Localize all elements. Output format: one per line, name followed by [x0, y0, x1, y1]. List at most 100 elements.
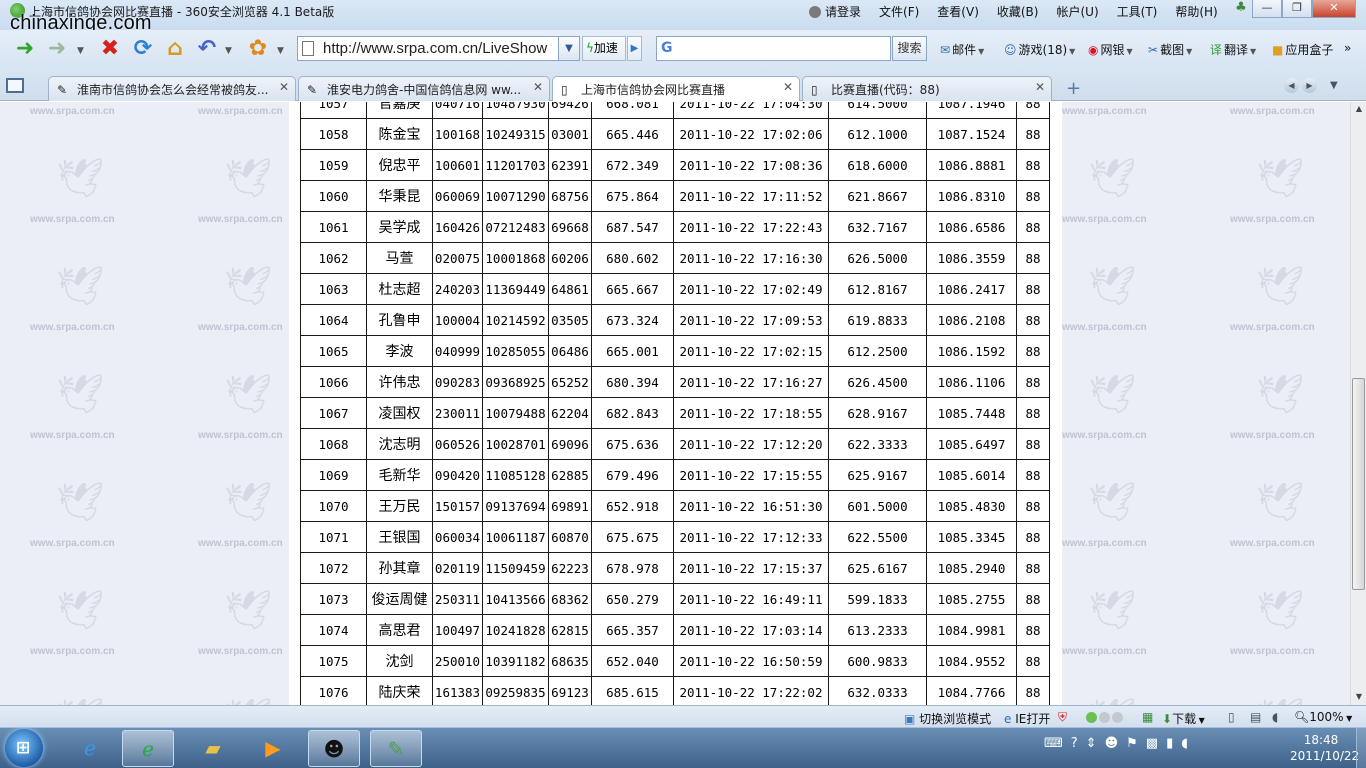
- ie-open-button[interactable]: e IE打开: [1004, 710, 1050, 727]
- cell-race-code: 88: [1016, 490, 1050, 522]
- security-tray-icon[interactable]: ▩: [1146, 736, 1158, 751]
- back-icon[interactable]: ➜: [12, 36, 38, 62]
- dove-icon: 🕊︎: [1256, 264, 1305, 308]
- qq-taskbar-icon[interactable]: ☻: [308, 730, 360, 767]
- ie-taskbar-icon[interactable]: ℯ: [64, 730, 116, 767]
- home-icon[interactable]: ⌂: [162, 36, 188, 62]
- cell-ring-number: 10028701: [482, 428, 549, 460]
- keyboard-icon[interactable]: ⌨: [1044, 736, 1063, 751]
- cell-race-code: 88: [1016, 366, 1050, 398]
- volume-icon[interactable]: ◖: [1272, 710, 1278, 724]
- translate-button[interactable]: 译翻译 ▼: [1210, 41, 1256, 58]
- tab-scroll-left-icon[interactable]: ◀: [1284, 78, 1299, 93]
- tab-4[interactable]: ▯ 比赛直播(代码：88) ✕: [802, 76, 1052, 101]
- menu-tools[interactable]: 工具(T): [1108, 3, 1167, 19]
- accelerate-button[interactable]: ϟ加速: [582, 36, 626, 61]
- new-tab-icon[interactable]: +: [1066, 78, 1081, 99]
- 360-browser-taskbar-icon[interactable]: ℯ: [122, 730, 174, 767]
- google-icon[interactable]: G: [661, 40, 673, 56]
- tab-4-close-icon[interactable]: ✕: [1035, 80, 1045, 94]
- scroll-up-icon[interactable]: ▲: [1353, 104, 1365, 114]
- tab-list-icon[interactable]: ▼: [1330, 80, 1338, 91]
- clock[interactable]: 18:48 2011/10/22: [1290, 732, 1359, 764]
- scroll-down-icon[interactable]: ▼: [1353, 692, 1365, 702]
- box-icon: ■: [1272, 43, 1284, 57]
- paw-icon[interactable]: ✿: [245, 36, 271, 62]
- cell-speed: 1084.9552: [926, 645, 1017, 677]
- sidebar-toggle-icon[interactable]: [6, 78, 24, 93]
- login-menu[interactable]: 请登录: [800, 3, 870, 19]
- go-arrow-icon[interactable]: ▶: [627, 36, 642, 61]
- help-icon[interactable]: ?: [1071, 736, 1078, 751]
- cell-distance: 678.978: [591, 552, 674, 584]
- tab-scroll-right-icon[interactable]: ▶: [1302, 78, 1317, 93]
- search-input[interactable]: G: [656, 36, 891, 61]
- switch-mode-button[interactable]: ▣ 切换浏览模式: [904, 710, 991, 727]
- tray-expand-icon[interactable]: ⇕: [1086, 736, 1097, 751]
- games-button[interactable]: ☺ 游戏(18) ▼: [1004, 41, 1075, 58]
- security-shield-icon[interactable]: ⛨: [1058, 710, 1067, 725]
- stop-icon[interactable]: ✖: [97, 36, 123, 62]
- tab-2-close-icon[interactable]: ✕: [533, 80, 543, 94]
- cell-member-id: 161383: [432, 676, 483, 705]
- speed-toggle-icon[interactable]: [1086, 712, 1128, 723]
- bank-icon: ◉: [1088, 43, 1099, 57]
- tab-3[interactable]: ▯ 上海市信鸽协会网比赛直播 ✕: [552, 76, 800, 101]
- menu-account[interactable]: 帐户(U): [1047, 3, 1107, 19]
- close-button[interactable]: ✕: [1312, 0, 1356, 18]
- watermark-url: www.srpa.com.cn: [198, 430, 283, 441]
- maximize-button[interactable]: ❐: [1282, 0, 1312, 18]
- tab-1-close-icon[interactable]: ✕: [279, 80, 289, 94]
- explorer-taskbar-icon[interactable]: ▰: [187, 730, 239, 767]
- bank-button[interactable]: ◉ 网银 ▼: [1088, 41, 1133, 58]
- address-bar[interactable]: http://www.srpa.com.cn/LiveShow: [297, 36, 580, 61]
- menu-file[interactable]: 文件(F): [870, 3, 928, 19]
- address-input[interactable]: http://www.srpa.com.cn/LiveShow: [323, 40, 547, 57]
- history-dropdown-icon[interactable]: ▼: [77, 46, 84, 56]
- menu-favorites[interactable]: 收藏(B): [988, 3, 1048, 19]
- undo-dropdown-icon[interactable]: ▼: [225, 46, 232, 56]
- watermark-url: www.srpa.com.cn: [198, 106, 283, 117]
- table-row: 1061 吴学成 160426 07212483 69668 687.547 2011-10…: [300, 211, 1050, 243]
- zoom-control[interactable]: 🔍︎100% ▼: [1294, 710, 1352, 724]
- undo-close-icon[interactable]: ↶: [194, 36, 220, 62]
- network-icon[interactable]: ▮: [1166, 736, 1173, 751]
- guard-icon[interactable]: ▦: [1142, 710, 1153, 724]
- tab-2[interactable]: ✎ 淮安电力鸽舍-中国信鸽信息网 ww... ✕: [298, 76, 550, 101]
- tab-3-close-icon[interactable]: ✕: [783, 80, 793, 94]
- scroll-thumb[interactable]: [1352, 378, 1365, 590]
- download-button[interactable]: ⬇下载 ▼: [1162, 710, 1205, 727]
- table-row: 1060 华秉昆 060069 10071290 68756 675.864 2011-10…: [300, 180, 1050, 212]
- menu-view[interactable]: 查看(V): [928, 3, 988, 19]
- cell-member-id: 160426: [432, 211, 483, 243]
- toolbar-more-icon[interactable]: »: [1344, 41, 1351, 55]
- cell-name: 高思君: [366, 614, 433, 646]
- app-taskbar-icon[interactable]: ✎: [370, 730, 422, 767]
- cell-flight-minutes: 619.8833: [828, 304, 927, 336]
- watermark-url: www.srpa.com.cn: [1062, 430, 1147, 441]
- page-info-icon[interactable]: ▯: [1228, 710, 1235, 724]
- vertical-scrollbar[interactable]: ▲ ▼: [1350, 102, 1366, 705]
- print-icon[interactable]: ▤: [1250, 710, 1261, 724]
- refresh-icon[interactable]: ⟳: [130, 36, 156, 62]
- screenshot-button[interactable]: ✂ 截图 ▼: [1148, 41, 1192, 58]
- qq-tray-icon[interactable]: ☻: [1105, 736, 1119, 751]
- cell-ring-number: 10413566: [482, 583, 549, 615]
- tab-1[interactable]: ✎ 淮南市信鸽协会怎么会经常被鸽友... ✕: [48, 76, 296, 101]
- mail-button[interactable]: ✉ 邮件 ▼: [940, 41, 984, 58]
- app-box-button[interactable]: ■ 应用盒子: [1272, 41, 1333, 58]
- flag-icon[interactable]: ⚑: [1126, 736, 1138, 751]
- start-button[interactable]: ⊞: [5, 729, 43, 767]
- speaker-icon[interactable]: ◖: [1181, 736, 1188, 751]
- search-button[interactable]: 搜索: [892, 36, 927, 61]
- forward-icon[interactable]: ➜: [44, 36, 70, 62]
- skin-icon[interactable]: ♣: [1230, 0, 1252, 18]
- watermark-url: www.srpa.com.cn: [1062, 646, 1147, 657]
- menu-help[interactable]: 帮助(H): [1166, 3, 1226, 19]
- dove-icon: 🕊︎: [224, 696, 272, 705]
- show-desktop-button[interactable]: [1356, 728, 1366, 768]
- minimize-button[interactable]: —: [1252, 0, 1282, 18]
- paw-dropdown-icon[interactable]: ▼: [277, 46, 284, 56]
- address-dropdown-button[interactable]: ▼: [558, 36, 580, 61]
- media-player-taskbar-icon[interactable]: ▶: [247, 730, 299, 767]
